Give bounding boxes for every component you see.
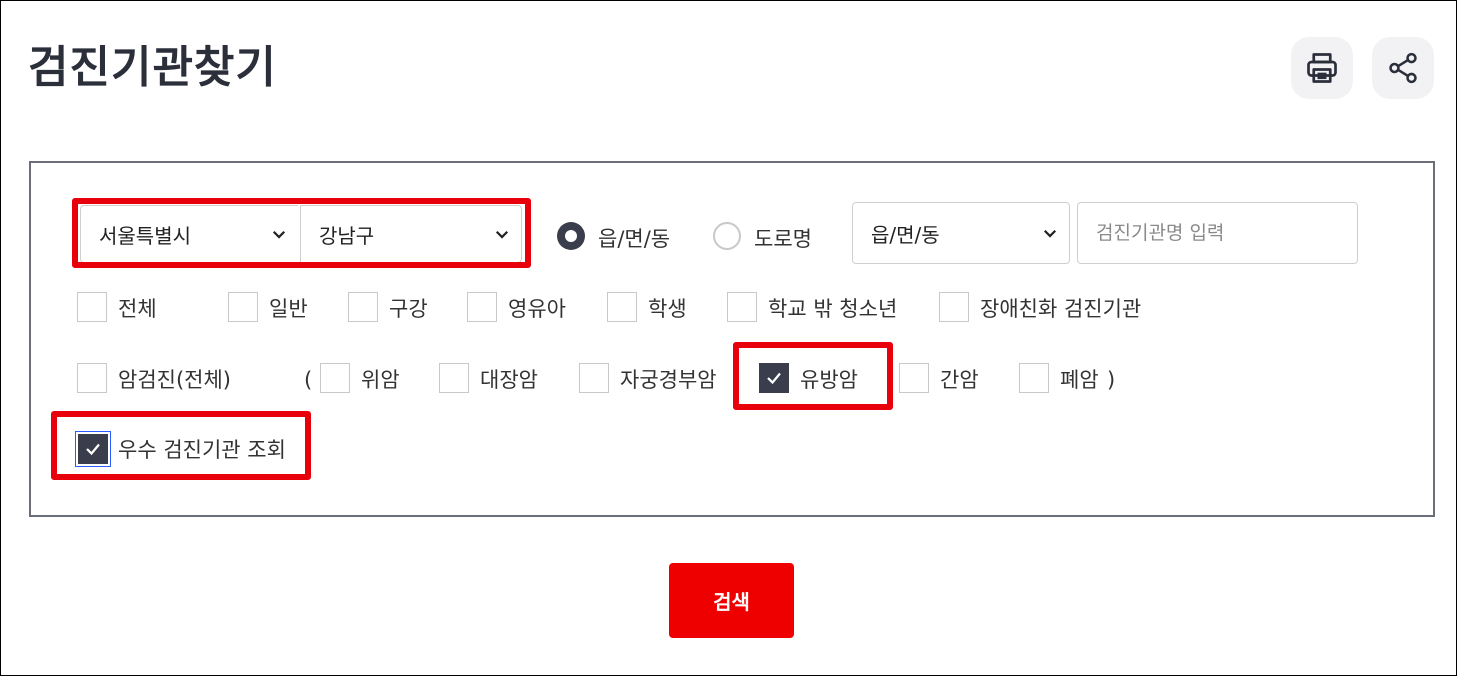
page-title: 검진기관찾기: [28, 42, 277, 93]
checkbox-colorectal-cancer-label: 대장암: [480, 368, 538, 392]
checkbox-colorectal-cancer[interactable]: [439, 363, 469, 393]
highlight-excellent-institution: [51, 411, 311, 480]
highlight-region: [72, 198, 531, 268]
checkbox-infant[interactable]: [467, 292, 497, 322]
radio-eup-myeon-dong-label: 읍/면/동: [598, 227, 671, 251]
checkbox-out-of-school-youth-label: 학교 밖 청소년: [768, 297, 898, 321]
printer-icon: [1307, 53, 1337, 83]
checkbox-liver-cancer-label: 간암: [940, 368, 979, 392]
checkbox-student-label: 학생: [648, 297, 687, 321]
highlight-breast-cancer: [733, 342, 893, 410]
share-icon: [1389, 52, 1417, 84]
checkbox-infant-label: 영유아: [508, 297, 566, 321]
checkbox-cervical-cancer-label: 자궁경부암: [620, 368, 717, 392]
checkbox-stomach-cancer[interactable]: [320, 363, 350, 393]
checkbox-lung-cancer[interactable]: [1019, 363, 1049, 393]
dong-select[interactable]: 읍/면/동: [852, 202, 1070, 264]
checkbox-cancer-all-label: 암검진(전체): [118, 368, 231, 392]
radio-road-name[interactable]: [713, 222, 741, 250]
checkbox-all[interactable]: [77, 292, 107, 322]
search-button[interactable]: 검색: [669, 563, 794, 638]
checkbox-student[interactable]: [607, 292, 637, 322]
checkbox-general[interactable]: [228, 292, 258, 322]
radio-eup-myeon-dong[interactable]: [557, 222, 585, 250]
checkbox-lung-cancer-label: 폐암: [1060, 368, 1099, 392]
checkbox-cervical-cancer[interactable]: [579, 363, 609, 393]
dong-select-value: 읍/면/동: [871, 222, 940, 247]
checkbox-disability-friendly-label: 장애친화 검진기관: [980, 297, 1142, 321]
checkbox-cancer-all[interactable]: [77, 363, 107, 393]
chevron-down-icon: [1043, 229, 1057, 238]
checkbox-liver-cancer[interactable]: [899, 363, 929, 393]
print-button[interactable]: [1291, 37, 1353, 99]
radio-road-name-label: 도로명: [754, 227, 812, 251]
checkbox-disability-friendly[interactable]: [939, 292, 969, 322]
checkbox-general-label: 일반: [269, 297, 308, 321]
share-button[interactable]: [1372, 37, 1434, 99]
checkbox-stomach-cancer-label: 위암: [361, 368, 400, 392]
checkbox-all-label: 전체: [118, 297, 157, 321]
cancer-open-paren: (: [304, 368, 313, 392]
cancer-close-paren: ): [1107, 368, 1116, 392]
institution-name-input[interactable]: [1077, 202, 1358, 264]
checkbox-out-of-school-youth[interactable]: [727, 292, 757, 322]
checkbox-oral-label: 구강: [389, 297, 428, 321]
checkbox-oral[interactable]: [348, 292, 378, 322]
